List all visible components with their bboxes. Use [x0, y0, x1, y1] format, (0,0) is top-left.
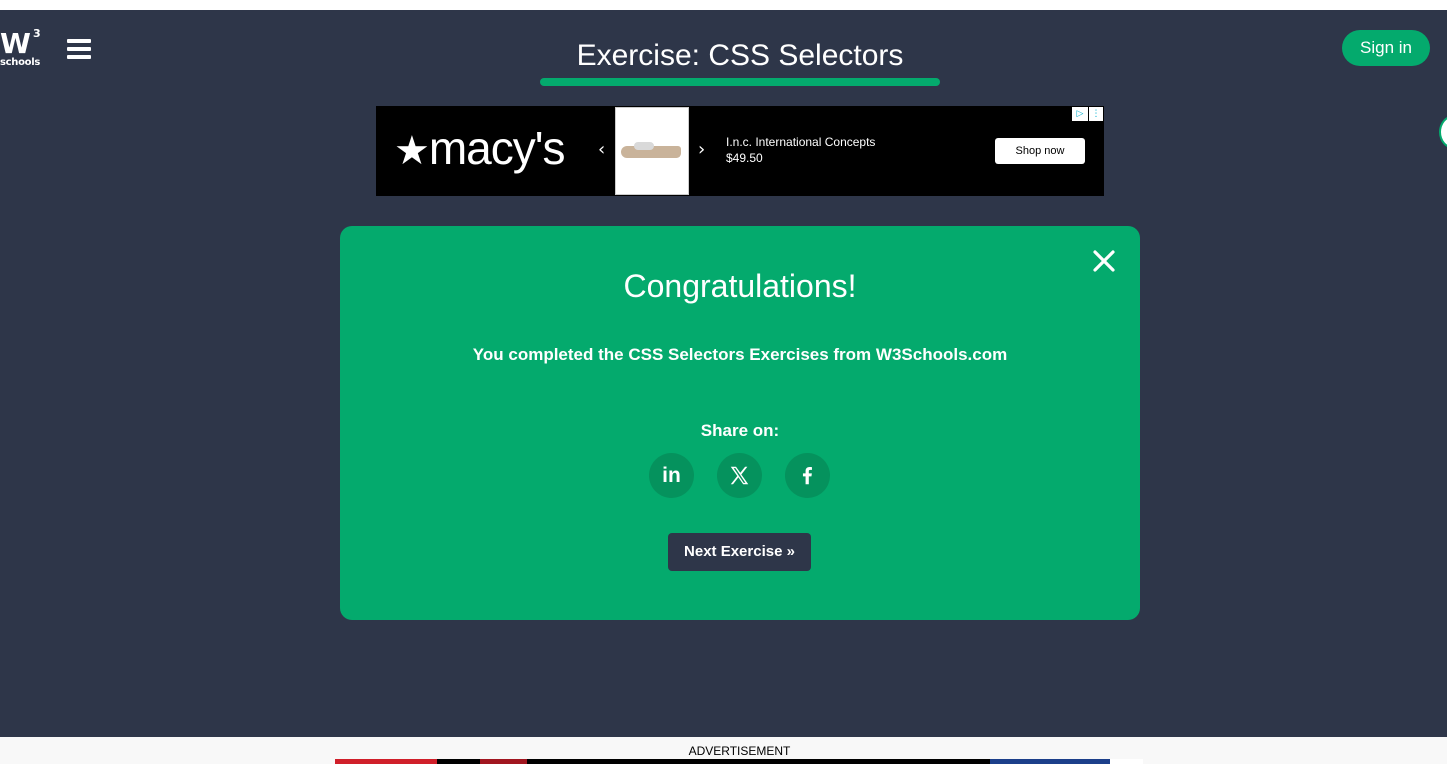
star-icon: ★ [394, 129, 430, 173]
next-exercise-button[interactable]: Next Exercise » [668, 533, 811, 571]
facebook-icon [802, 467, 812, 485]
completion-message: You completed the CSS Selectors Exercise… [472, 345, 1008, 364]
x-icon [730, 466, 749, 485]
sign-in-button[interactable]: Sign in [1342, 30, 1430, 66]
ad-shop-now-button[interactable]: Shop now [995, 138, 1085, 164]
w3schools-logo[interactable]: W 3 schools [0, 27, 44, 72]
share-label: Share on: [700, 421, 780, 440]
top-advertisement[interactable]: ★macy's ‹ › I.n.c. International Concept… [376, 106, 1104, 196]
linkedin-icon: in [662, 464, 681, 487]
adchoices-icon[interactable]: ▷ [1072, 107, 1088, 121]
ad-banner-segment [480, 759, 527, 764]
ad-options-icon[interactable]: ⋮ [1089, 107, 1103, 121]
share-linkedin-button[interactable]: in [649, 453, 694, 498]
title-underline [540, 78, 940, 86]
page-title: Exercise: CSS Selectors [576, 39, 904, 72]
ad-banner-segment [335, 759, 437, 764]
page: W 3 schools Exercise: CSS Selectors Sign… [0, 0, 1447, 764]
bottom-advertisement[interactable] [335, 759, 1143, 764]
top-strip [0, 0, 1447, 10]
ad-banner-segment [990, 759, 1110, 764]
ad-product-price: $49.50 [726, 151, 763, 165]
share-facebook-button[interactable] [785, 453, 830, 498]
modal-heading: Congratulations! [623, 268, 857, 304]
logo-mark: W [0, 27, 31, 60]
advertisement-label: ADVERTISEMENT [688, 744, 791, 758]
menu-bar [67, 55, 91, 59]
ad-brand-logo: ★macy's [394, 120, 566, 179]
ad-brand-text: macy's [428, 122, 566, 174]
congratulations-modal: Congratulations! You completed the CSS S… [340, 226, 1140, 620]
logo-wordmark: schools [0, 57, 41, 68]
shoe-strap [634, 142, 654, 150]
hamburger-menu-icon[interactable] [67, 39, 91, 59]
ad-product-name: I.n.c. International Concepts [726, 135, 876, 149]
ad-banner-segment [1110, 759, 1143, 764]
ad-prev-arrow[interactable]: ‹ [598, 139, 605, 161]
logo-superscript: 3 [33, 27, 41, 40]
menu-bar [67, 47, 91, 51]
menu-bar [67, 39, 91, 43]
share-x-button[interactable] [717, 453, 762, 498]
ad-next-arrow[interactable]: › [698, 139, 705, 161]
ad-product-image[interactable] [615, 107, 689, 195]
